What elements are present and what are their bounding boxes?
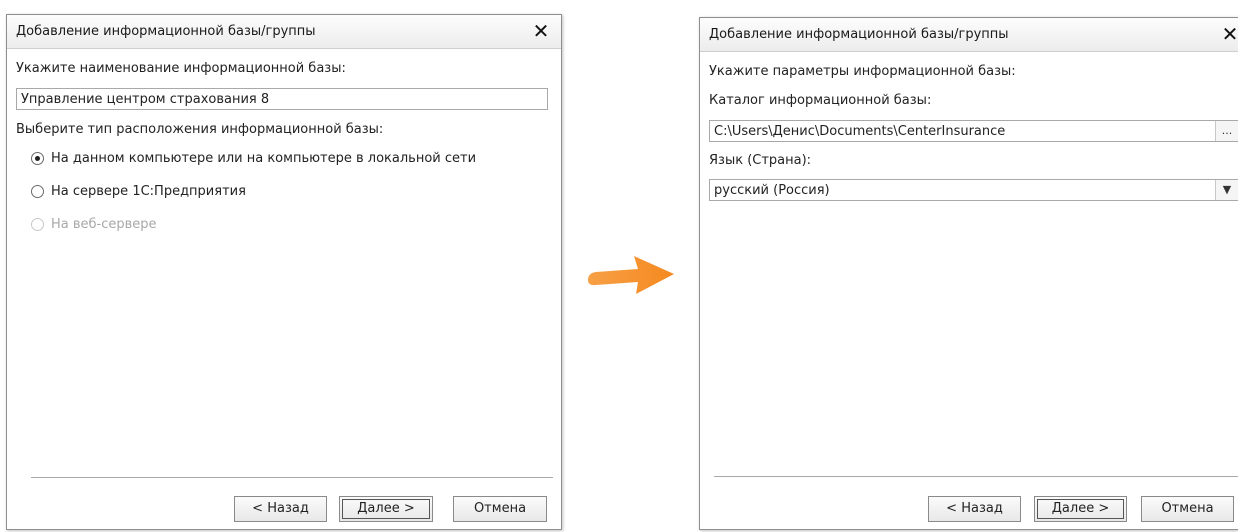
cancel-button[interactable]: Отмена <box>1141 496 1234 522</box>
next-button[interactable]: Далее > <box>339 496 433 522</box>
title-bar: Добавление информационной базы/группы ✕ <box>7 15 561 49</box>
infobase-name-label: Укажите наименование информационной базы… <box>16 61 346 76</box>
catalog-path-value: C:\Users\Денис\Documents\CenterInsurance <box>714 124 1006 139</box>
close-icon[interactable]: ✕ <box>1216 20 1238 48</box>
back-button[interactable]: < Назад <box>928 496 1021 522</box>
add-infobase-dialog-step2: Добавление информационной базы/группы ✕ … <box>699 17 1238 530</box>
title-bar: Добавление информационной базы/группы ✕ <box>700 18 1238 52</box>
language-value: русский (Россия) <box>714 183 830 198</box>
next-button[interactable]: Далее > <box>1034 496 1127 522</box>
catalog-path-input[interactable]: C:\Users\Денис\Documents\CenterInsurance… <box>709 120 1238 142</box>
radio-label: На веб-сервере <box>51 217 157 232</box>
params-label: Укажите параметры информационной базы: <box>709 64 1016 79</box>
infobase-name-value: Управление центром страхования 8 <box>21 92 270 107</box>
location-type-label: Выберите тип расположения информационной… <box>16 122 384 137</box>
cancel-button[interactable]: Отмена <box>453 496 547 522</box>
radio-button-disabled <box>31 218 44 231</box>
catalog-label: Каталог информационной базы: <box>709 93 932 108</box>
dialog-title: Добавление информационной базы/группы <box>709 27 1009 42</box>
footer-separator <box>714 476 1238 477</box>
dropdown-arrow-icon[interactable]: ▼ <box>1215 180 1238 200</box>
close-icon[interactable]: ✕ <box>527 17 555 45</box>
back-button[interactable]: < Назад <box>234 496 327 522</box>
radio-button[interactable] <box>31 185 44 198</box>
footer-separator <box>31 477 553 478</box>
dialog-title: Добавление информационной базы/группы <box>16 24 316 39</box>
arrow-right-icon <box>588 256 674 294</box>
radio-label: На данном компьютере или на компьютере в… <box>51 151 477 166</box>
add-infobase-dialog-step1: Добавление информационной базы/группы ✕ … <box>6 14 562 530</box>
radio-button-checked[interactable] <box>31 152 44 165</box>
language-label: Язык (Страна): <box>709 153 812 168</box>
infobase-name-input[interactable]: Управление центром страхования 8 <box>16 88 548 110</box>
language-select[interactable]: русский (Россия) ▼ <box>709 179 1238 201</box>
browse-button[interactable]: ... <box>1215 121 1238 141</box>
radio-label: На сервере 1С:Предприятия <box>51 184 246 199</box>
